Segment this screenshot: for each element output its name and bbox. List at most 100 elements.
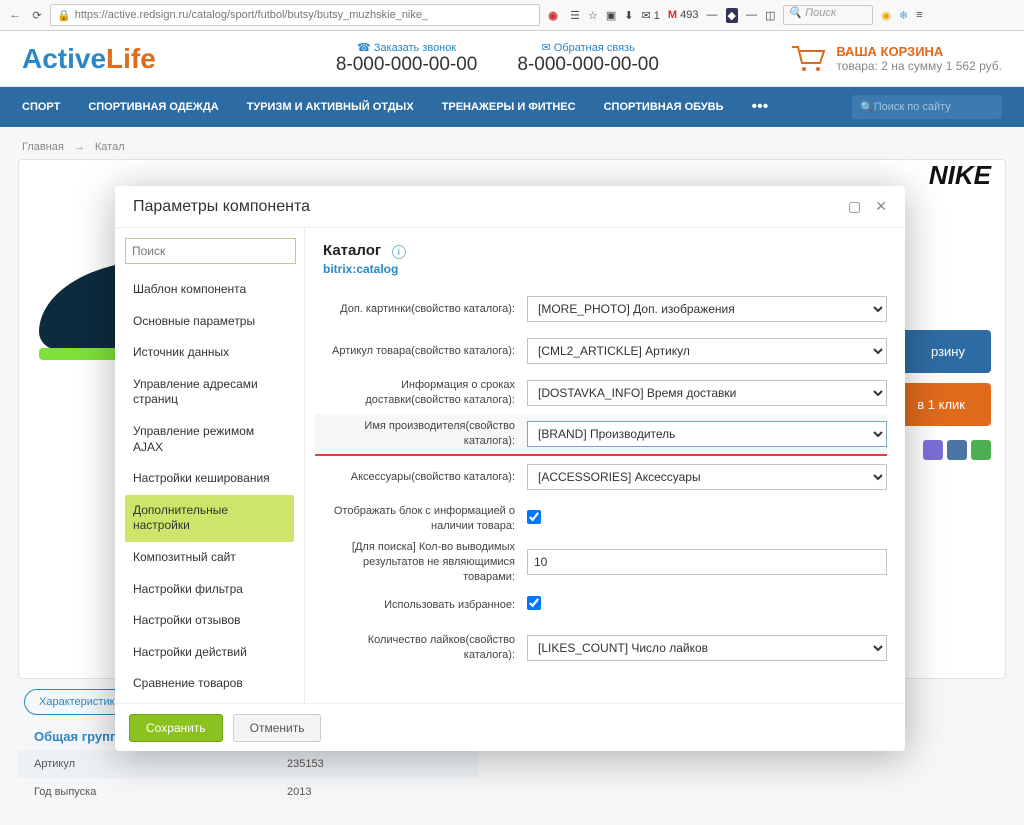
form-row: Артикул товара(свойство каталога): [CML2_… [315, 330, 887, 372]
save-button[interactable]: Сохранить [129, 714, 223, 742]
back-icon[interactable]: ← [6, 6, 24, 24]
nav-item[interactable]: ТУРИЗМ И АКТИВНЫЙ ОТДЫХ [247, 101, 414, 113]
cart[interactable]: ВАША КОРЗИНА товара: 2 на сумму 1 562 ру… [790, 44, 1002, 73]
buy-one-click-button[interactable]: в 1 клик [891, 383, 991, 426]
form-checkbox[interactable] [527, 596, 541, 610]
browser-nav: ← ⟳ [6, 6, 46, 24]
url-text: https://active.redsign.ru/catalog/sport/… [75, 9, 428, 21]
viber-icon[interactable] [923, 440, 943, 460]
sidebar-item[interactable]: Управление адресами страниц [125, 369, 294, 416]
sidebar-item[interactable]: Шаблон компонента [125, 274, 294, 306]
ublock-icon[interactable]: ◉ [544, 6, 562, 24]
form-label: Доп. картинки(свойство каталога): [315, 302, 515, 317]
form-select[interactable]: [LIKES_COUNT] Число лайков [527, 635, 887, 661]
form-label: Аксессуары(свойство каталога): [315, 470, 515, 485]
sidebar-item[interactable]: Настройки отзывов [125, 605, 294, 637]
dash-icon: — [707, 9, 718, 21]
cart-title: ВАША КОРЗИНА [836, 44, 1002, 59]
nav-item[interactable]: ТРЕНАЖЕРЫ И ФИТНЕС [442, 101, 576, 113]
ext4-icon[interactable]: ❄ [899, 9, 908, 22]
url-bar[interactable]: 🔒 https://active.redsign.ru/catalog/spor… [50, 4, 540, 26]
sidebar-item[interactable]: Основные параметры [125, 306, 294, 338]
close-icon[interactable]: ✕ [875, 198, 887, 215]
cancel-button[interactable]: Отменить [233, 714, 322, 742]
form-subtitle: bitrix:catalog [323, 262, 887, 276]
callback-link[interactable]: ☎ Заказать звонок [336, 41, 478, 54]
vk-icon[interactable] [947, 440, 967, 460]
pocket-icon[interactable]: ▣ [606, 9, 616, 22]
nav-item[interactable]: СПОРТ [22, 101, 60, 113]
breadcrumb: Главная → Катал [0, 127, 1024, 159]
form-checkbox[interactable] [527, 510, 541, 524]
cart-icon [790, 45, 826, 73]
component-params-dialog: Параметры компонента ▢ ✕ Шаблон компонен… [115, 186, 905, 751]
crumb-home[interactable]: Главная [22, 141, 64, 153]
form-row: Имя производителя(свойство каталога):[BR… [315, 414, 887, 456]
form-row: [Для поиска] Кол-во выводимых результато… [315, 540, 887, 585]
form-row: Использовать избранное: [315, 585, 887, 627]
form-label: Артикул товара(свойство каталога): [315, 344, 515, 359]
form-row: Количество лайков(свойство каталога): [LI… [315, 627, 887, 669]
form-label: Использовать избранное: [315, 598, 515, 613]
form-label: Отображать блок с информацией о наличии … [315, 504, 515, 534]
form-select[interactable]: [MORE_PHOTO] Доп. изображения [527, 296, 887, 322]
sidebar-item[interactable]: Управление режимом AJAX [125, 416, 294, 463]
sidebar-item[interactable]: Настройки фильтра [125, 574, 294, 606]
phone1: 8-000-000-00-00 [336, 54, 478, 76]
reload-icon[interactable]: ⟳ [28, 6, 46, 24]
download-icon[interactable]: ⬇ [624, 9, 633, 22]
whatsapp-icon[interactable] [971, 440, 991, 460]
feedback-link[interactable]: ✉ Обратная связь [517, 41, 659, 54]
nav-more-icon[interactable]: ••• [752, 98, 769, 116]
sidebar-search-input[interactable] [125, 238, 296, 264]
browser-search[interactable]: 🔍 Поиск [783, 5, 873, 25]
sidebar-list[interactable]: Шаблон компонентаОсновные параметрыИсточ… [125, 274, 296, 693]
form-label: Количество лайков(свойство каталога): [315, 633, 515, 663]
dash2-icon: — [746, 9, 757, 21]
lock-icon: 🔒 [57, 9, 71, 22]
ext2-icon[interactable]: ◫ [765, 9, 775, 22]
phone2: 8-000-000-00-00 [517, 54, 659, 76]
dialog-titlebar: Параметры компонента ▢ ✕ [115, 186, 905, 228]
info-icon[interactable]: i [392, 245, 406, 259]
form-select[interactable]: [ACCESSORIES] Аксессуары [527, 464, 887, 490]
form-title: Каталог [323, 242, 381, 259]
add-to-cart-button[interactable]: рзину [891, 330, 991, 373]
page: ActiveLife ☎ Заказать звонок 8-000-000-0… [0, 31, 1024, 825]
form-select[interactable]: [CML2_ARTICKLE] Артикул [527, 338, 887, 364]
sidebar-item[interactable]: Настройки кеширования [125, 463, 294, 495]
nav-item[interactable]: СПОРТИВНАЯ ОБУВЬ [604, 101, 724, 113]
form-text-input[interactable] [527, 549, 887, 575]
ext1-icon[interactable]: ◆ [726, 8, 738, 23]
logo[interactable]: ActiveLife [22, 43, 156, 75]
mail-icon[interactable]: ✉ 1 [642, 9, 660, 22]
nav-item[interactable]: СПОРТИВНАЯ ОДЕЖДА [88, 101, 218, 113]
ext3-icon[interactable]: ◉ [881, 9, 891, 22]
form-row: Информация о сроках доставки(свойство ка… [315, 372, 887, 414]
browser-chrome: ← ⟳ 🔒 https://active.redsign.ru/catalog/… [0, 0, 1024, 31]
dialog-footer: Сохранить Отменить [115, 703, 905, 751]
menu-icon[interactable]: ≡ [916, 9, 922, 21]
phones: ☎ Заказать звонок 8-000-000-00-00 ✉ Обра… [336, 41, 659, 76]
form-select[interactable]: [DOSTAVKA_INFO] Время доставки [527, 380, 887, 406]
sidebar-item[interactable]: Дополнительные настройки [125, 495, 294, 542]
gmail-icon[interactable]: M 493 [668, 9, 699, 21]
brand-logo: NIKE [929, 160, 991, 191]
reader-icon[interactable]: ☰ [566, 6, 584, 24]
crumb-arrow-icon: → [74, 141, 85, 153]
sidebar-item[interactable]: Настройки действий [125, 637, 294, 669]
site-search[interactable]: 🔍 Поиск по сайту [852, 95, 1002, 119]
sidebar-item[interactable]: Источник данных [125, 337, 294, 369]
crumb-cat[interactable]: Катал [95, 141, 125, 153]
form-label: Информация о сроках доставки(свойство ка… [315, 378, 515, 408]
form-select[interactable]: [BRAND] Производитель [527, 421, 887, 447]
form-body[interactable]: Доп. картинки(свойство каталога): [MORE_P… [305, 282, 905, 703]
form-row: Отображать блок с информацией о наличии … [315, 498, 887, 540]
dialog-main: Каталог i bitrix:catalog Доп. картинки(с… [305, 228, 905, 703]
dialog-title: Параметры компонента [133, 198, 310, 216]
star-icon[interactable]: ☆ [588, 9, 598, 22]
form-row: Доп. картинки(свойство каталога): [MORE_P… [315, 288, 887, 330]
sidebar-item[interactable]: Композитный сайт [125, 542, 294, 574]
sidebar-item[interactable]: Сравнение товаров [125, 668, 294, 693]
maximize-icon[interactable]: ▢ [848, 198, 861, 215]
